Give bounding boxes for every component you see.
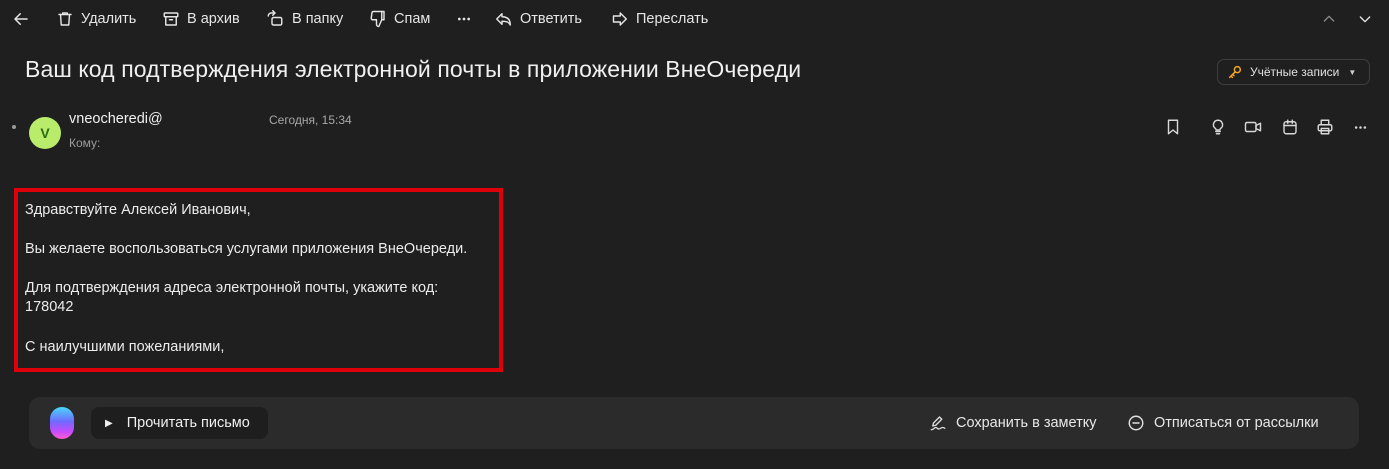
chevron-up-icon <box>1323 15 1335 22</box>
delete-label: Удалить <box>81 11 137 27</box>
calendar-icon <box>1283 119 1297 135</box>
arrow-left-icon <box>14 13 28 25</box>
minus-circle-icon <box>1128 415 1144 431</box>
idea-button[interactable] <box>1208 117 1228 137</box>
read-aloud-button[interactable]: ▶ Прочитать письмо <box>91 407 268 439</box>
avatar[interactable]: V <box>29 117 61 149</box>
spam-button[interactable]: Спам <box>369 8 430 30</box>
folder-move-icon <box>267 10 283 26</box>
delete-button[interactable]: Удалить <box>56 8 136 30</box>
bottom-action-bar: ▶ Прочитать письмо Сохранить в заметку О… <box>29 397 1359 449</box>
forward-button[interactable]: Переслать <box>610 8 708 30</box>
more-horizontal-icon <box>1354 125 1366 129</box>
play-icon: ▶ <box>105 417 113 429</box>
more-actions-button[interactable] <box>456 8 472 30</box>
archive-icon <box>163 12 179 26</box>
previous-message-button[interactable] <box>1318 8 1340 30</box>
body-greeting: Здравствуйте Алексей Иванович, <box>25 202 251 218</box>
body-line-1: Вы желаете воспользоваться услугами прил… <box>25 241 468 257</box>
chevron-down-icon <box>1359 16 1371 23</box>
next-message-button[interactable] <box>1354 8 1376 30</box>
video-call-button[interactable] <box>1243 117 1263 137</box>
thumbs-down-icon <box>370 10 385 28</box>
recipient-label: Кому: <box>69 136 101 150</box>
caret-down-icon: ▼ <box>1348 67 1357 77</box>
video-camera-icon <box>1244 121 1262 133</box>
message-subject: Ваш код подтверждения электронной почты … <box>25 56 802 82</box>
unsubscribe-label: Отписаться от рассылки <box>1154 415 1319 431</box>
archive-label: В архив <box>187 11 240 27</box>
accounts-label: Учётные записи <box>1250 65 1340 79</box>
message-toolbar: Удалить В архив В папку Спам Ответить Пе… <box>0 0 1389 38</box>
key-icon <box>1228 65 1242 79</box>
reply-icon <box>496 13 511 26</box>
lightbulb-icon <box>1212 119 1224 135</box>
bookmark-button[interactable] <box>1163 117 1183 137</box>
sender-name[interactable]: vneocheredi@ <box>69 111 163 127</box>
accounts-dropdown[interactable]: Учётные записи ▼ <box>1217 59 1370 85</box>
folder-label: В папку <box>292 11 344 27</box>
signature-pen-icon <box>930 416 946 431</box>
reply-button[interactable]: Ответить <box>494 8 582 30</box>
forward-icon <box>612 12 627 26</box>
unsubscribe-button[interactable]: Отписаться от рассылки <box>1127 413 1319 433</box>
unread-indicator[interactable] <box>12 125 16 129</box>
print-button[interactable] <box>1315 117 1335 137</box>
trash-icon <box>58 12 72 26</box>
back-button[interactable] <box>10 8 32 30</box>
read-aloud-label: Прочитать письмо <box>126 415 250 431</box>
body-closing: С наилучшими пожеланиями, <box>25 339 225 355</box>
save-to-note-button[interactable]: Сохранить в заметку <box>929 413 1096 433</box>
message-more-button[interactable] <box>1350 117 1370 137</box>
bookmark-icon <box>1167 119 1179 135</box>
save-to-note-label: Сохранить в заметку <box>956 415 1097 431</box>
body-line-2: Для подтверждения адреса электронной поч… <box>25 280 439 296</box>
ai-assistant-icon[interactable] <box>50 407 74 439</box>
mail-viewer: Удалить В архив В папку Спам Ответить Пе… <box>0 0 1389 469</box>
spam-label: Спам <box>394 11 431 27</box>
forward-label: Переслать <box>636 11 709 27</box>
message-date: Сегодня, 15:34 <box>269 113 352 127</box>
archive-button[interactable]: В архив <box>162 8 240 30</box>
verification-code: 178042 <box>25 299 74 315</box>
more-horizontal-icon <box>458 17 470 21</box>
printer-icon <box>1317 119 1333 135</box>
calendar-button[interactable] <box>1280 117 1300 137</box>
reply-label: Ответить <box>520 11 582 27</box>
avatar-letter: V <box>40 125 50 141</box>
move-to-folder-button[interactable]: В папку <box>265 8 343 30</box>
